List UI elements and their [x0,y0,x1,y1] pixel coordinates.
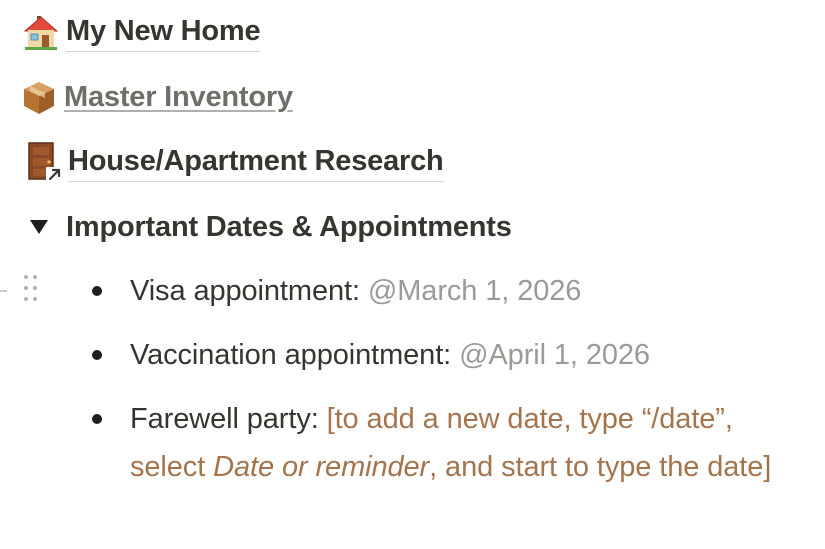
date-mention[interactable]: @April 1, 2026 [459,339,650,371]
list-item-text[interactable]: Farewell party: [to add a new date, type… [130,395,800,491]
door-icon [20,142,68,182]
date-mention[interactable]: @March 1, 2026 [368,275,582,307]
toggle-title[interactable]: Important Dates & Appointments [66,209,512,245]
bullet-icon [90,335,130,375]
item-label: Farewell party: [130,403,319,435]
list-item[interactable]: Farewell party: [to add a new date, type… [90,399,800,491]
list-item[interactable]: Vaccination appointment: @April 1, 2026 [90,335,810,375]
house-icon [18,12,66,52]
package-icon [16,78,64,118]
bullet-icon [90,399,130,439]
block-guide-mark [0,290,7,292]
hint-text-italic: Date or reminder [213,451,430,483]
list-item-text[interactable]: Vaccination appointment: @April 1, 2026 [130,335,650,375]
toggle-triangle-down-icon[interactable] [18,207,66,247]
page-link-master-inventory[interactable]: Master Inventory [16,76,293,120]
page-link-title[interactable]: My New Home [66,13,261,52]
page-link-house-apartment-research[interactable]: House/Apartment Research [20,140,444,184]
toggle-important-dates: Important Dates & Appointments [18,205,512,249]
bullet-icon [90,271,130,311]
page-link-title[interactable]: House/Apartment Research [68,143,444,182]
hint-text-end: , and start to type the date] [429,451,772,483]
drag-handle-icon[interactable] [22,273,42,307]
item-label: Visa appointment: [130,275,360,307]
page-link-my-new-home[interactable]: My New Home [18,10,261,54]
list-item-text[interactable]: Visa appointment: @March 1, 2026 [130,271,581,311]
page-link-title[interactable]: Master Inventory [64,79,293,117]
list-item[interactable]: Visa appointment: @March 1, 2026 [90,271,810,311]
item-label: Vaccination appointment: [130,339,452,371]
